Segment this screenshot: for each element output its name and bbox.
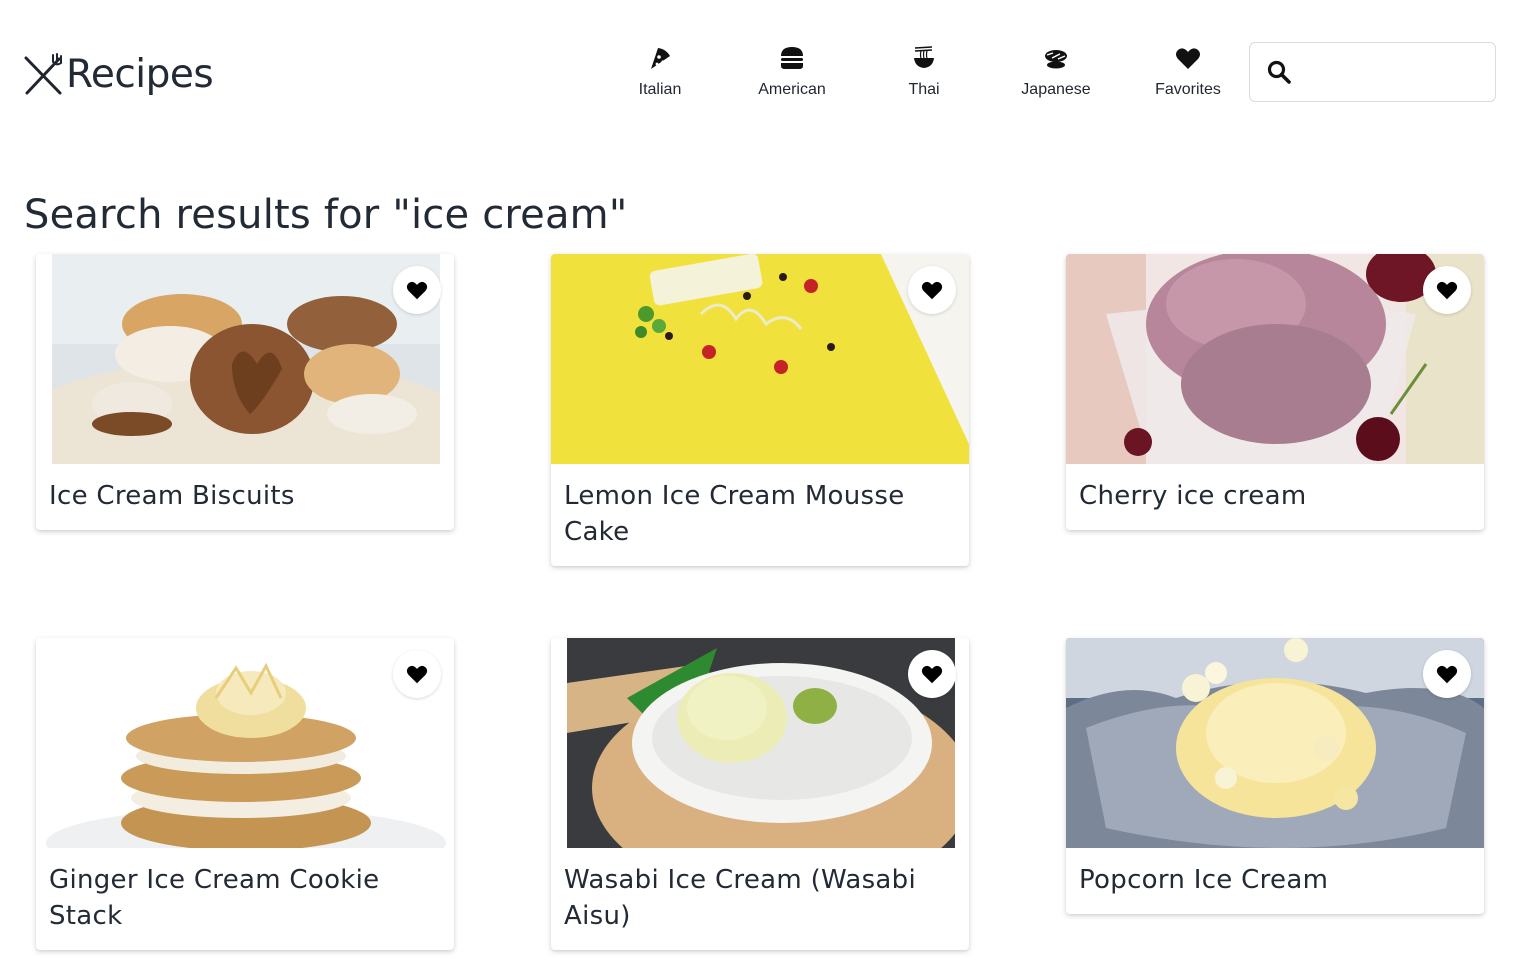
search-icon[interactable] bbox=[1266, 59, 1292, 85]
nav-item-label: Italian bbox=[638, 81, 682, 98]
recipe-image[interactable] bbox=[1066, 254, 1484, 464]
favorite-button[interactable] bbox=[1423, 650, 1471, 698]
recipe-card[interactable]: Ginger Ice Cream Cookie Stack bbox=[36, 638, 454, 950]
noodle-bowl-icon bbox=[914, 46, 934, 68]
heart-icon bbox=[921, 281, 943, 300]
heart-icon bbox=[1436, 665, 1458, 684]
recipe-title[interactable]: Ice Cream Biscuits bbox=[36, 464, 454, 514]
app-logo[interactable]: Recipes bbox=[24, 46, 214, 102]
favorite-button[interactable] bbox=[908, 266, 956, 314]
recipe-photo bbox=[551, 254, 969, 464]
nav-item-label: American bbox=[758, 81, 826, 98]
recipe-title[interactable]: Ginger Ice Cream Cookie Stack bbox=[36, 848, 454, 934]
nav-item-favorites[interactable]: Favorites bbox=[1133, 40, 1243, 106]
recipe-title[interactable]: Popcorn Ice Cream bbox=[1066, 848, 1484, 898]
search-input[interactable] bbox=[1302, 43, 1472, 101]
recipe-image[interactable] bbox=[551, 638, 969, 848]
recipe-card[interactable]: Ice Cream Biscuits bbox=[36, 254, 454, 530]
pizza-icon bbox=[651, 48, 670, 69]
recipe-card[interactable]: Wasabi Ice Cream (Wasabi Aisu) bbox=[551, 638, 969, 950]
recipe-image[interactable] bbox=[36, 638, 454, 848]
recipe-image[interactable] bbox=[551, 254, 969, 464]
page-title: Search results for "ice cream" bbox=[24, 192, 628, 238]
nav-item-american[interactable]: American bbox=[737, 40, 847, 106]
nav-item-label: Favorites bbox=[1155, 81, 1221, 98]
favorite-button[interactable] bbox=[393, 266, 441, 314]
fork-knife-icon bbox=[24, 53, 62, 95]
nav-item-label: Japanese bbox=[1021, 81, 1091, 98]
recipe-card[interactable]: Lemon Ice Cream Mousse Cake bbox=[551, 254, 969, 566]
recipe-photo bbox=[567, 638, 955, 848]
favorite-button[interactable] bbox=[908, 650, 956, 698]
sushi-icon bbox=[1045, 50, 1067, 69]
search-bar bbox=[1249, 42, 1496, 102]
heart-icon bbox=[406, 281, 428, 300]
heart-icon bbox=[406, 665, 428, 684]
app-title: Recipes bbox=[66, 51, 214, 97]
recipe-card[interactable]: Popcorn Ice Cream bbox=[1066, 638, 1484, 914]
recipe-photo bbox=[1066, 638, 1484, 848]
recipe-title[interactable]: Cherry ice cream bbox=[1066, 464, 1484, 514]
recipe-photo bbox=[1066, 254, 1484, 464]
recipe-title[interactable]: Lemon Ice Cream Mousse Cake bbox=[551, 464, 969, 550]
nav-item-label: Thai bbox=[908, 81, 940, 98]
heart-icon bbox=[1176, 48, 1200, 69]
nav-item-italian[interactable]: Italian bbox=[605, 40, 715, 106]
recipe-title[interactable]: Wasabi Ice Cream (Wasabi Aisu) bbox=[551, 848, 969, 934]
nav-item-thai[interactable]: Thai bbox=[869, 40, 979, 106]
recipe-photo bbox=[36, 638, 454, 848]
recipe-photo bbox=[52, 254, 440, 464]
nav-item-japanese[interactable]: Japanese bbox=[1001, 40, 1111, 106]
recipe-image[interactable] bbox=[1066, 638, 1484, 848]
hamburger-icon bbox=[781, 47, 803, 69]
recipe-image[interactable] bbox=[36, 254, 454, 464]
favorite-button[interactable] bbox=[393, 650, 441, 698]
recipe-card[interactable]: Cherry ice cream bbox=[1066, 254, 1484, 530]
heart-icon bbox=[921, 665, 943, 684]
favorite-button[interactable] bbox=[1423, 266, 1471, 314]
heart-icon bbox=[1436, 281, 1458, 300]
